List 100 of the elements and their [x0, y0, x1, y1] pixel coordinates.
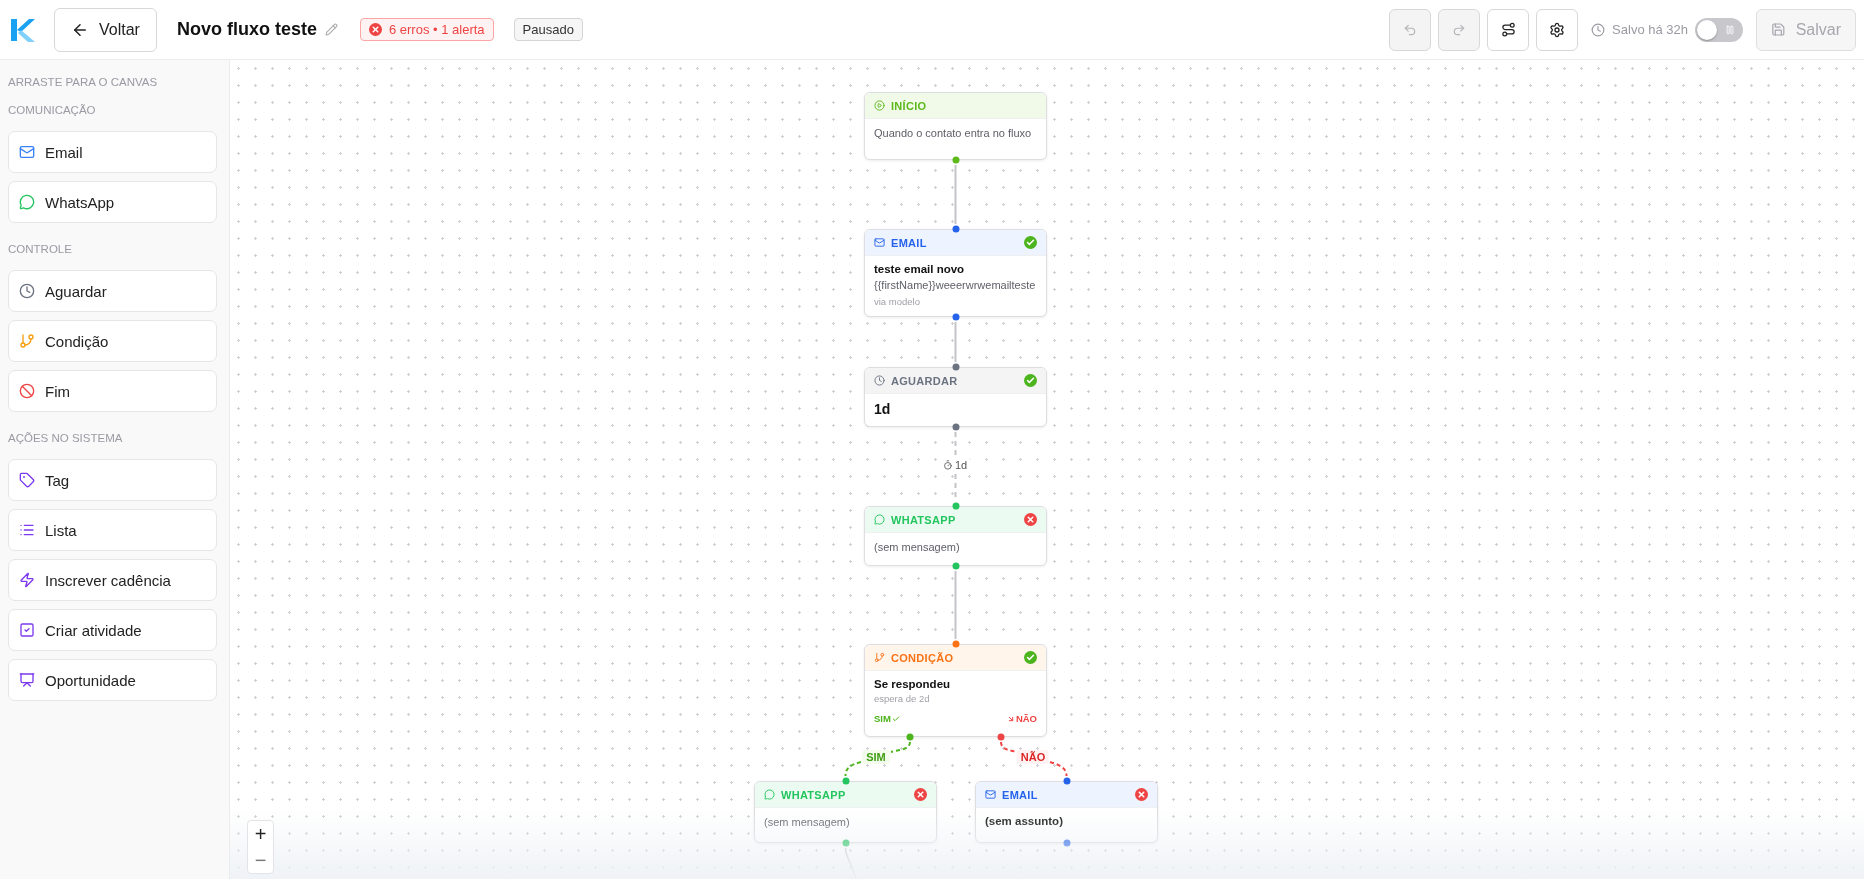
tag-icon	[19, 472, 35, 488]
palette-item[interactable]: WhatsApp	[8, 181, 217, 223]
active-toggle[interactable]	[1695, 17, 1743, 42]
node-type-icon	[874, 100, 885, 111]
node-type-label: WHATSAPP	[891, 513, 956, 526]
yes-handle[interactable]	[906, 733, 914, 741]
output-handle[interactable]	[952, 423, 959, 431]
section-heading: CONTROLE	[8, 243, 73, 255]
input-handle[interactable]	[952, 640, 959, 648]
node-title: (sem assunto)	[985, 815, 1064, 827]
list-icon	[19, 522, 35, 538]
node-type-icon	[874, 514, 885, 525]
node-type-icon	[874, 237, 885, 248]
no-branch-label: NÃO	[1015, 713, 1037, 724]
back-button[interactable]: Voltar	[54, 7, 157, 52]
node-type-label: AGUARDAR	[891, 374, 958, 387]
issues-badge[interactable]: 6 erros • 1 alerta	[359, 18, 494, 41]
palette-item[interactable]: Inscrever cadência	[8, 559, 217, 601]
input-handle[interactable]	[952, 502, 959, 510]
input-handle[interactable]	[952, 225, 959, 233]
node-type-label: WHATSAPP	[781, 788, 846, 801]
node-type-icon	[874, 652, 885, 663]
activity-icon	[19, 622, 35, 638]
output-handle[interactable]	[952, 562, 959, 570]
yes-branch-label: SIM	[874, 713, 891, 724]
connector-line[interactable]	[844, 761, 862, 777]
save-icon	[1771, 22, 1786, 37]
palette-item[interactable]: Tag	[8, 459, 217, 501]
cadence-icon	[19, 572, 35, 588]
input-handle[interactable]	[952, 363, 959, 371]
route-button[interactable]	[1487, 8, 1530, 51]
email-icon	[19, 144, 35, 160]
edit-icon[interactable]	[324, 23, 338, 36]
node-type-icon	[985, 789, 996, 800]
palette-item[interactable]: Criar atividade	[8, 609, 217, 651]
node-note: espera de 2d	[874, 693, 931, 704]
redo-icon	[1452, 22, 1467, 37]
connector-line[interactable]	[1000, 741, 1018, 753]
undo-icon	[1403, 22, 1418, 37]
node-type-label: CONDIÇÃO	[891, 651, 954, 664]
node-text: (sem mensagem)	[874, 540, 961, 555]
connector-label: SIM	[862, 750, 890, 764]
flow-node[interactable]: EMAIL teste email novo {{firstName}}weeerwrwemailteste via modelo	[864, 229, 1047, 317]
node-note: via modelo	[874, 295, 921, 307]
end-icon	[19, 383, 35, 399]
node-title: Se respondeu	[874, 678, 952, 690]
flow-node[interactable]: WHATSAPP (sem mensagem)	[754, 781, 937, 843]
flow-node[interactable]: CONDIÇÃO Se respondeu espera de 2d SIM NÃO	[864, 644, 1047, 737]
palette-item[interactable]: Aguardar	[8, 270, 217, 312]
palette-item[interactable]: Fim	[8, 370, 217, 412]
node-type-label: EMAIL	[891, 236, 927, 249]
saved-status: Salvo há 32h	[1612, 22, 1688, 37]
zoom-out-button[interactable]: −	[248, 847, 273, 873]
flow-node[interactable]: AGUARDAR 1d	[864, 367, 1047, 427]
node-type-label: INÍCIO	[891, 99, 927, 112]
clock-icon	[1591, 22, 1606, 37]
error-icon	[368, 23, 382, 36]
timer-icon	[942, 460, 953, 470]
output-handle[interactable]	[842, 839, 849, 847]
palette-item[interactable]: Lista	[8, 509, 217, 551]
settings-button[interactable]	[1536, 8, 1579, 51]
node-type-icon	[764, 789, 775, 800]
node-text: {{firstName}}weeerwrwemailteste	[874, 278, 1037, 293]
zoom-in-button[interactable]: +	[248, 821, 273, 847]
palette-item[interactable]: Condição	[8, 320, 217, 362]
condition-icon	[19, 333, 35, 349]
section-heading: COMUNICAÇÃO	[8, 104, 97, 116]
node-text: (sem mensagem)	[764, 815, 851, 830]
palette-item[interactable]: Email	[8, 131, 217, 173]
node-text: Quando o contato entra no fluxo	[874, 126, 1033, 141]
flow-node[interactable]: INÍCIO Quando o contato entra no fluxo	[864, 92, 1047, 160]
section-heading: AÇÕES NO SISTEMA	[8, 432, 124, 444]
route-icon	[1500, 22, 1516, 37]
connector-line[interactable]	[890, 741, 911, 753]
connector-line[interactable]	[954, 570, 957, 640]
flow-node[interactable]: WHATSAPP (sem mensagem)	[864, 506, 1047, 566]
check-icon	[891, 714, 900, 723]
connector-label: NÃO	[1016, 750, 1050, 764]
no-handle[interactable]	[997, 733, 1005, 741]
input-handle[interactable]	[842, 777, 849, 785]
node-type-icon	[874, 375, 885, 386]
status-badge: Pausado	[513, 18, 583, 41]
connector-line[interactable]	[1049, 761, 1068, 777]
flow-node[interactable]: EMAIL (sem assunto)	[975, 781, 1158, 843]
settings-icon	[1549, 21, 1566, 38]
output-handle[interactable]	[952, 156, 959, 164]
issues-text: 6 erros • 1 alerta	[388, 22, 485, 37]
node-title: teste email novo	[874, 263, 966, 275]
opportunity-icon	[19, 672, 35, 688]
wait-icon	[19, 283, 35, 299]
whatsapp-icon	[19, 194, 35, 210]
arrow-icon	[1006, 714, 1015, 723]
pause-icon	[1725, 24, 1735, 35]
node-title: 1d	[874, 401, 892, 417]
input-handle[interactable]	[1063, 777, 1070, 785]
node-type-label: EMAIL	[1002, 788, 1038, 801]
palette-item[interactable]: Oportunidade	[8, 659, 217, 701]
output-handle[interactable]	[952, 313, 959, 321]
flow-title: Novo fluxo teste	[176, 19, 317, 40]
output-handle[interactable]	[1063, 839, 1070, 847]
